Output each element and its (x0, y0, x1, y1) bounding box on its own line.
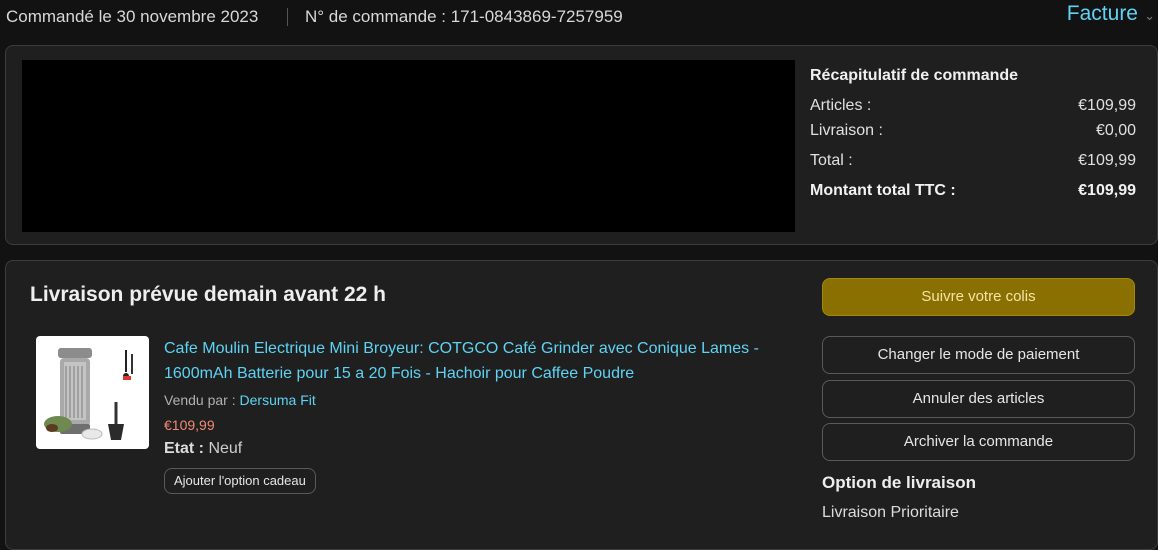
delivery-option-value: Livraison Prioritaire (822, 504, 959, 521)
order-summary-card: Récapitulatif de commande Articles : €10… (5, 45, 1158, 245)
add-gift-option-button[interactable]: Ajouter l'option cadeau (164, 468, 316, 494)
order-header: Commandé le 30 novembre 2023 N° de comma… (0, 0, 1158, 34)
track-package-button[interactable]: Suivre votre colis (822, 278, 1135, 316)
product-title-link[interactable]: Cafe Moulin Electrique Mini Broyeur: COT… (164, 336, 794, 386)
seller-label: Vendu par : (164, 392, 236, 408)
order-date: Commandé le 30 novembre 2023 (6, 7, 259, 26)
archive-order-button[interactable]: Archiver la commande (822, 423, 1135, 461)
summary-value: €109,99 (1078, 97, 1136, 114)
summary-label: Total : (810, 152, 853, 169)
summary-value: €0,00 (1095, 122, 1136, 139)
summary-label: Articles : (810, 97, 872, 114)
header-divider (287, 8, 288, 26)
cancel-items-button[interactable]: Annuler des articles (822, 380, 1135, 418)
seller-line: Vendu par : Dersuma Fit (164, 392, 316, 408)
summary-label: Livraison : (810, 122, 883, 139)
chevron-down-icon[interactable]: ⌄ (1144, 8, 1155, 24)
delivery-title: Livraison prévue demain avant 22 h (30, 283, 386, 306)
shipment-card: Livraison prévue demain avant 22 h Cafe … (5, 260, 1158, 550)
product-price: €109,99 (164, 417, 215, 433)
product-image[interactable] (36, 336, 149, 449)
condition-value: Neuf (208, 440, 243, 457)
product-condition: Etat : Neuf (164, 440, 242, 458)
summary-value: €109,99 (1078, 152, 1136, 169)
order-number: N° de commande : 171-0843869-7257959 (305, 7, 623, 26)
delivery-option-title: Option de livraison (822, 473, 976, 492)
summary-label: Montant total TTC : (810, 182, 956, 199)
condition-label: Etat : (164, 440, 204, 457)
summary-title: Récapitulatif de commande (810, 67, 1019, 84)
invoice-link[interactable]: Facture (1067, 2, 1138, 26)
summary-value: €109,99 (1078, 182, 1136, 199)
change-payment-button[interactable]: Changer le mode de paiement (822, 336, 1135, 374)
redacted-address-area (22, 60, 795, 232)
seller-link[interactable]: Dersuma Fit (240, 392, 316, 408)
